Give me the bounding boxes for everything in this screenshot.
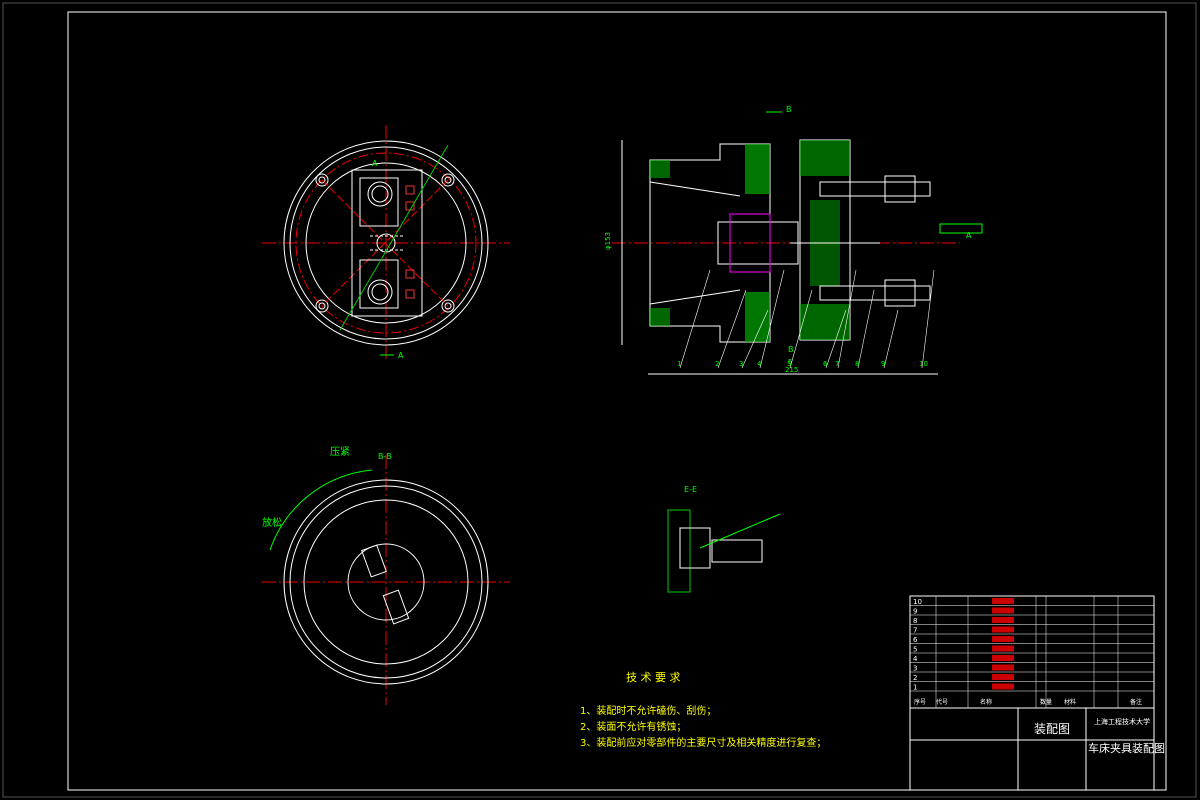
balloon-number: 8 <box>855 360 859 368</box>
section-b-bottom: B <box>788 345 794 354</box>
section-b-top: B <box>786 105 792 114</box>
balloon-number: 10 <box>919 360 928 368</box>
bom-row-number: 1 <box>913 684 917 692</box>
balloon-number: 9 <box>881 360 885 368</box>
bom-row-number: 5 <box>913 646 917 654</box>
bom-header-cell: 备注 <box>1130 698 1142 706</box>
drawing-name: 车床夹具装配图 <box>1088 741 1165 755</box>
bom-row-number: 3 <box>913 665 917 673</box>
tech-item-1: 1、装配时不允许磕伤、刮伤； <box>580 704 716 717</box>
bom-header-cell: 名称 <box>980 698 992 706</box>
balloon-number: 3 <box>739 360 743 368</box>
balloon-number: 2 <box>715 360 719 368</box>
balloon-number: 1 <box>677 360 681 368</box>
ee-view: E-E <box>667 485 781 593</box>
end-view: A A <box>262 125 510 362</box>
dim-diameter: φ153 <box>604 232 612 250</box>
section-ee-label: E-E <box>684 485 697 494</box>
bom-row-number: 10 <box>913 598 922 606</box>
tech-requirements: 技 术 要 求 1、装配时不允许磕伤、刮伤； 2、装面不允许有锈蚀； 3、装配前… <box>580 671 826 749</box>
bom-row-number: 4 <box>913 655 918 663</box>
section-a-top: A <box>372 159 378 168</box>
balloon-number: 5 <box>787 360 791 368</box>
bom-header-cell: 代号 <box>936 698 948 706</box>
balloon-leader <box>883 309 899 369</box>
drawing-sheet: A A φ153 2 1 5 5 B B A 1 2 3 4 5 6 7 8 9 1… <box>2 2 1197 798</box>
section-a-bottom: A <box>398 351 404 360</box>
label-fangsong: 放松 <box>262 516 282 529</box>
school-name: 上海工程技术大学 <box>1094 717 1150 726</box>
bom-row-number: 6 <box>913 636 918 644</box>
drawing-border <box>67 11 1167 791</box>
bb-view: 压紧 B-B 放松 <box>262 446 510 705</box>
balloon-leader <box>717 289 747 369</box>
sheet-edge <box>2 2 1197 798</box>
balloon-number: 4 <box>757 360 762 368</box>
main-section-view: φ153 215 5 B B A <box>604 105 983 375</box>
balloon-number: 7 <box>835 360 839 368</box>
balloon-leader <box>679 269 711 369</box>
balloon-number: 6 <box>823 360 828 368</box>
section-a-right: A <box>966 231 972 240</box>
drawing-type: 装配图 <box>1034 722 1070 736</box>
bom-row-number: 7 <box>913 627 917 635</box>
bom-row-number: 8 <box>913 617 917 625</box>
tech-item-2: 2、装面不允许有锈蚀； <box>580 720 686 733</box>
tech-title: 技 术 要 求 <box>626 671 681 684</box>
balloon-leader <box>921 269 935 369</box>
title-block: 10987654321序号 代号 名称 数量 材料 备注 上海工程技术大学 装配图 车床夹… <box>909 595 1165 791</box>
tech-item-3: 3、装配前应对零部件的主要尺寸及相关精度进行复查； <box>580 736 826 749</box>
bom-header-cell: 序号 <box>914 698 926 706</box>
balloon-leader <box>857 289 875 369</box>
bom-header-cell: 材料 <box>1064 698 1076 706</box>
label-yajin: 压紧 <box>330 446 350 458</box>
bom-row-number: 2 <box>913 674 917 682</box>
bom-row-number: 9 <box>913 608 917 616</box>
section-bb-label: B-B <box>378 452 392 461</box>
